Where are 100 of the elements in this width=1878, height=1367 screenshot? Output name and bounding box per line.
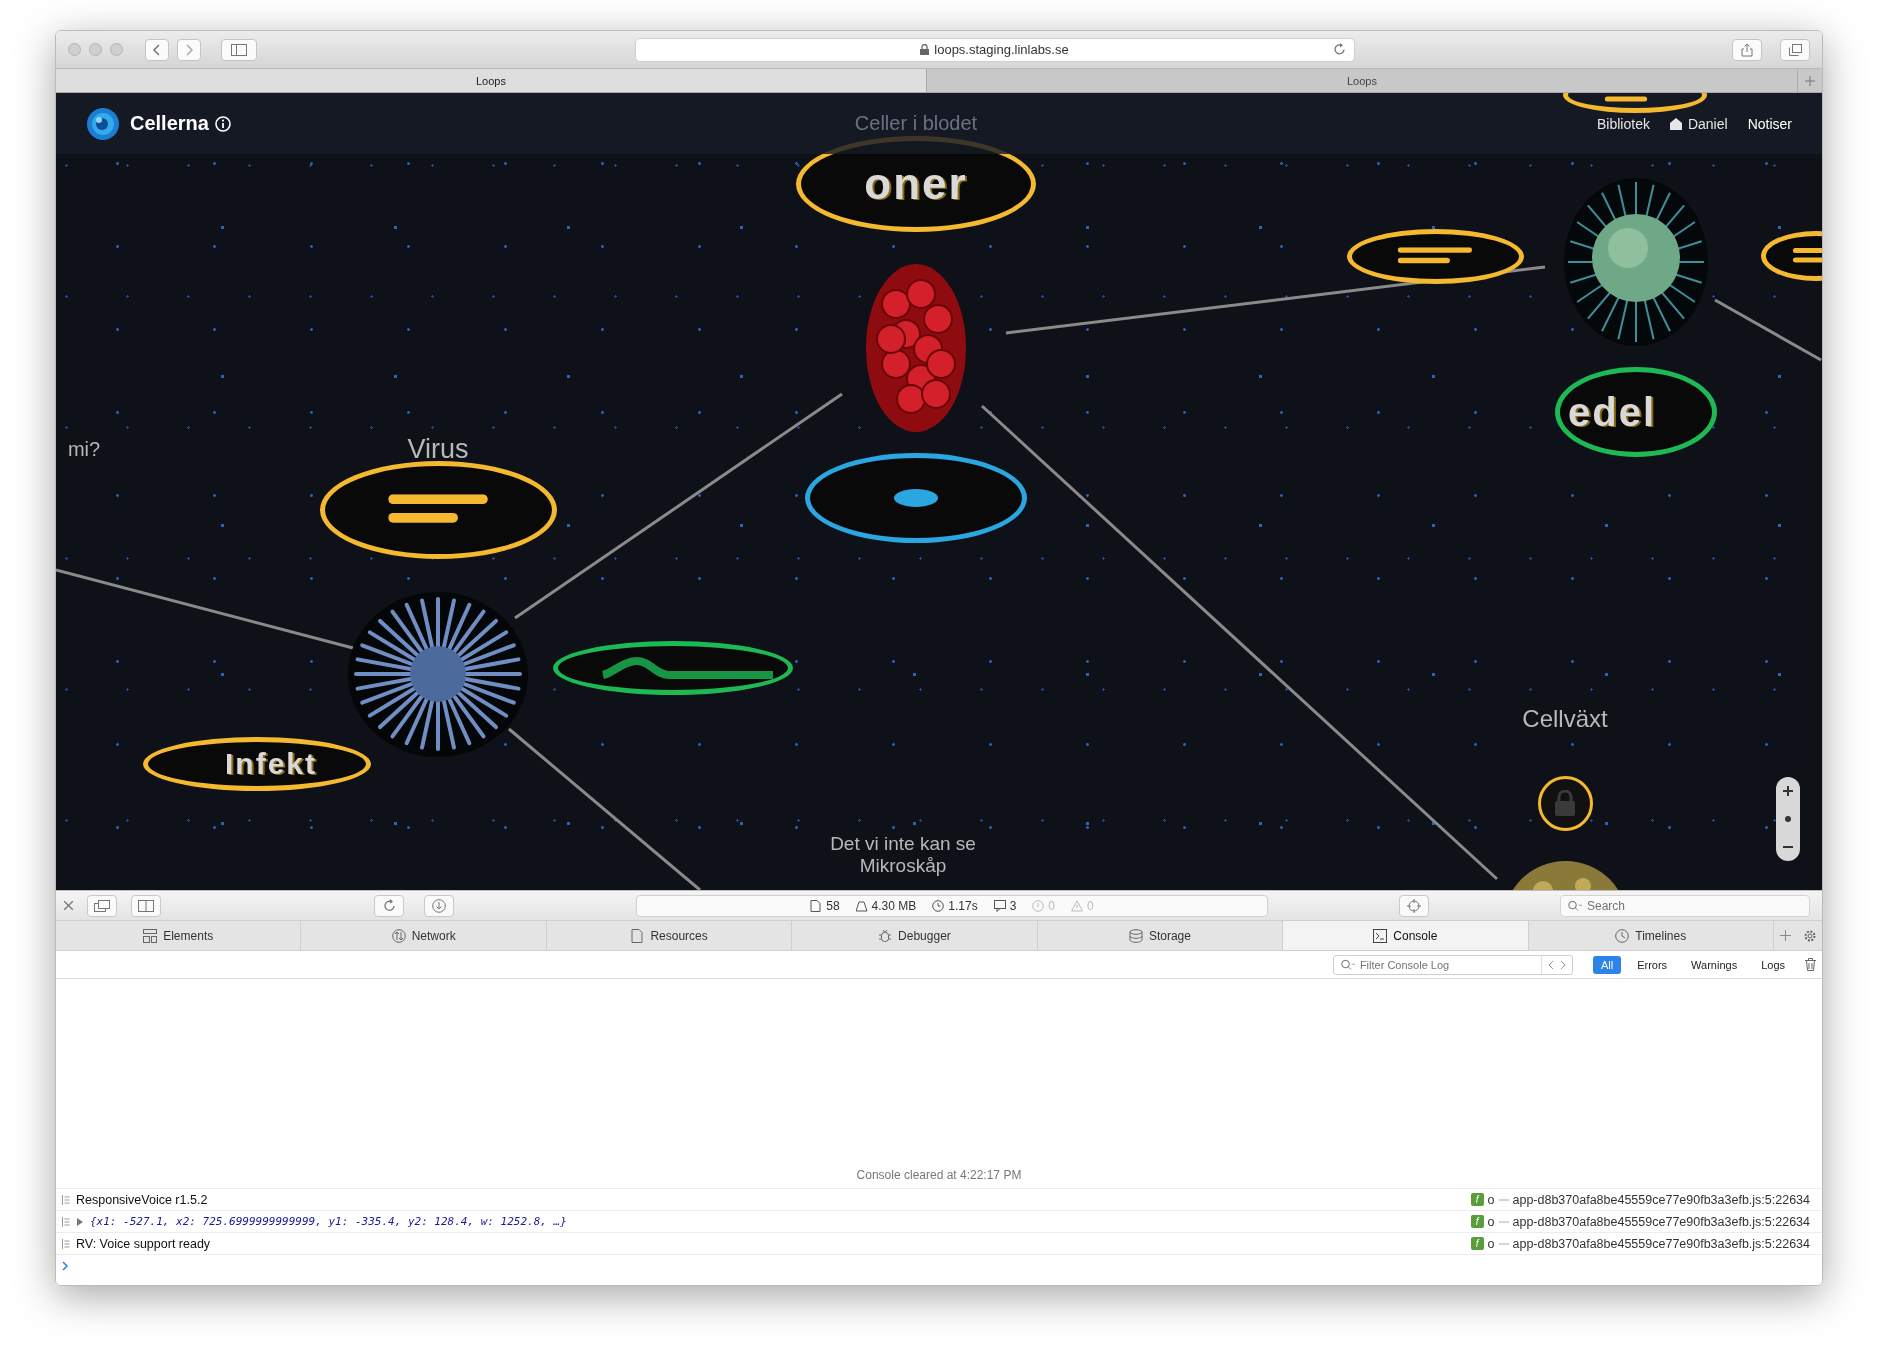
layout-icon xyxy=(143,928,158,943)
dot-icon xyxy=(1785,816,1791,822)
dash-icon xyxy=(1498,1220,1509,1223)
log-text: {x1: -527.1, x2: 725.6999999999999, y1: -335.4, y2: 128.4, w: 1252.8, …} xyxy=(90,1215,568,1228)
node-title: Det vi inte kan se xyxy=(830,833,976,855)
document-icon xyxy=(630,928,645,943)
source-link[interactable]: app-d8b370afa8be45559ce77e90fb3a3efb.js:5:22634 xyxy=(1512,1214,1810,1229)
bars-icon xyxy=(1397,247,1473,265)
logo-icon xyxy=(86,106,120,141)
caller-name: o xyxy=(1487,1214,1495,1229)
crosshair-icon xyxy=(1407,898,1421,913)
node-title: Mikroskåp xyxy=(859,855,947,877)
log-icon xyxy=(62,1216,70,1227)
database-icon xyxy=(1128,928,1143,943)
download-button[interactable] xyxy=(424,894,454,917)
chevron-left-icon xyxy=(1547,959,1554,970)
function-badge: f xyxy=(1470,1237,1484,1250)
clock-icon xyxy=(1615,928,1630,943)
source-link[interactable]: app-d8b370afa8be45559ce77e90fb3a3efb.js:5:22634 xyxy=(1512,1236,1810,1251)
sidebar-button[interactable] xyxy=(221,38,257,61)
reload-icon xyxy=(382,899,396,912)
node-label: Infekt xyxy=(225,747,317,781)
dash-icon xyxy=(1498,1242,1509,1245)
home-icon xyxy=(1669,117,1682,130)
clear-button[interactable] xyxy=(1805,958,1816,971)
console-message: Console cleared at 4:22:17 PM xyxy=(56,1162,1822,1189)
padlock-icon xyxy=(1554,790,1576,816)
search-icon xyxy=(1568,900,1582,911)
log-icon xyxy=(62,1238,70,1249)
caller-name: o xyxy=(1487,1192,1495,1207)
status-count: 3 xyxy=(1009,898,1017,913)
close-button[interactable] xyxy=(64,901,73,910)
minus-icon xyxy=(1783,846,1793,848)
status-count: 0 xyxy=(1048,898,1056,913)
inspect-button[interactable] xyxy=(1399,894,1429,917)
bug-icon xyxy=(878,928,893,943)
download-icon xyxy=(432,898,446,913)
sidebar-icon xyxy=(231,43,247,56)
error-icon xyxy=(1032,899,1045,912)
lock-icon xyxy=(920,44,930,55)
level-filter[interactable]: Logs xyxy=(1753,955,1793,974)
network-icon xyxy=(391,928,406,943)
tabs-button[interactable] xyxy=(1780,38,1810,61)
disclosure-icon xyxy=(76,1217,84,1226)
log-text: ResponsiveVoice r1.5.2 xyxy=(76,1192,209,1207)
plus-icon xyxy=(1780,930,1792,941)
caller-name: o xyxy=(1487,1236,1495,1251)
windows-icon xyxy=(94,899,110,912)
level-filter[interactable]: Warnings xyxy=(1683,955,1746,974)
share-icon xyxy=(1741,42,1753,57)
node-title: Celler i blodet xyxy=(854,111,978,135)
status-count: 1.17s xyxy=(948,898,978,913)
function-badge: f xyxy=(1470,1193,1484,1206)
previous-button[interactable] xyxy=(1547,959,1554,970)
node-title: mi? xyxy=(67,437,101,461)
chevron-right-icon xyxy=(1559,959,1566,970)
user-link[interactable]: Daniel xyxy=(1669,115,1728,132)
log-text: RV: Voice support ready xyxy=(76,1236,212,1251)
undock-button[interactable] xyxy=(87,894,117,917)
reload-button[interactable] xyxy=(374,894,404,917)
search-field[interactable]: Search xyxy=(1560,894,1810,917)
node-label: edel xyxy=(1568,389,1656,435)
filter-field[interactable]: Filter Console Log xyxy=(1332,954,1573,975)
node-label: oner xyxy=(864,159,968,209)
dot-icon xyxy=(894,489,938,507)
level-filter[interactable]: Errors xyxy=(1629,955,1676,974)
plus-icon xyxy=(1805,75,1815,86)
next-button[interactable] xyxy=(1559,959,1566,970)
console-icon xyxy=(1373,928,1388,943)
forward-icon xyxy=(184,43,194,56)
back-icon xyxy=(152,43,162,56)
prompt-icon xyxy=(62,1261,69,1271)
warning-icon xyxy=(1071,899,1084,912)
level-filter[interactable]: All xyxy=(1592,955,1622,974)
settings-icon xyxy=(1802,928,1817,943)
url-text: loops.staging.linlabs.se xyxy=(934,42,1069,57)
log-icon xyxy=(62,1194,70,1205)
split-icon xyxy=(138,899,154,912)
trash-icon xyxy=(1805,958,1816,971)
source-link[interactable]: app-d8b370afa8be45559ce77e90fb3a3efb.js:5:22634 xyxy=(1512,1192,1810,1207)
plus-icon xyxy=(1783,786,1793,796)
nav-link[interactable]: Bibliotek xyxy=(1597,115,1650,132)
search-icon xyxy=(1340,959,1355,970)
address-bar[interactable]: loops.staging.linlabs.se xyxy=(634,37,1355,62)
nav-link[interactable]: Notiser xyxy=(1747,115,1792,132)
document-icon xyxy=(810,899,823,912)
browser-tab[interactable]: Loops xyxy=(56,69,927,92)
info-icon xyxy=(214,115,231,132)
tabs-icon xyxy=(1788,43,1802,56)
status-count: 0 xyxy=(1087,898,1094,913)
status-count: 4.30 MB xyxy=(871,898,917,913)
bars-icon xyxy=(388,494,488,526)
status-count: 58 xyxy=(826,898,840,913)
node-title: Cellväxt xyxy=(1522,705,1608,733)
app-title: Cellerna xyxy=(130,112,209,135)
dash-icon xyxy=(1498,1198,1509,1201)
weight-icon xyxy=(855,899,868,912)
devtools-tab[interactable]: Console xyxy=(1283,921,1529,950)
close-icon xyxy=(64,901,73,910)
dock-side-button[interactable] xyxy=(131,894,161,917)
